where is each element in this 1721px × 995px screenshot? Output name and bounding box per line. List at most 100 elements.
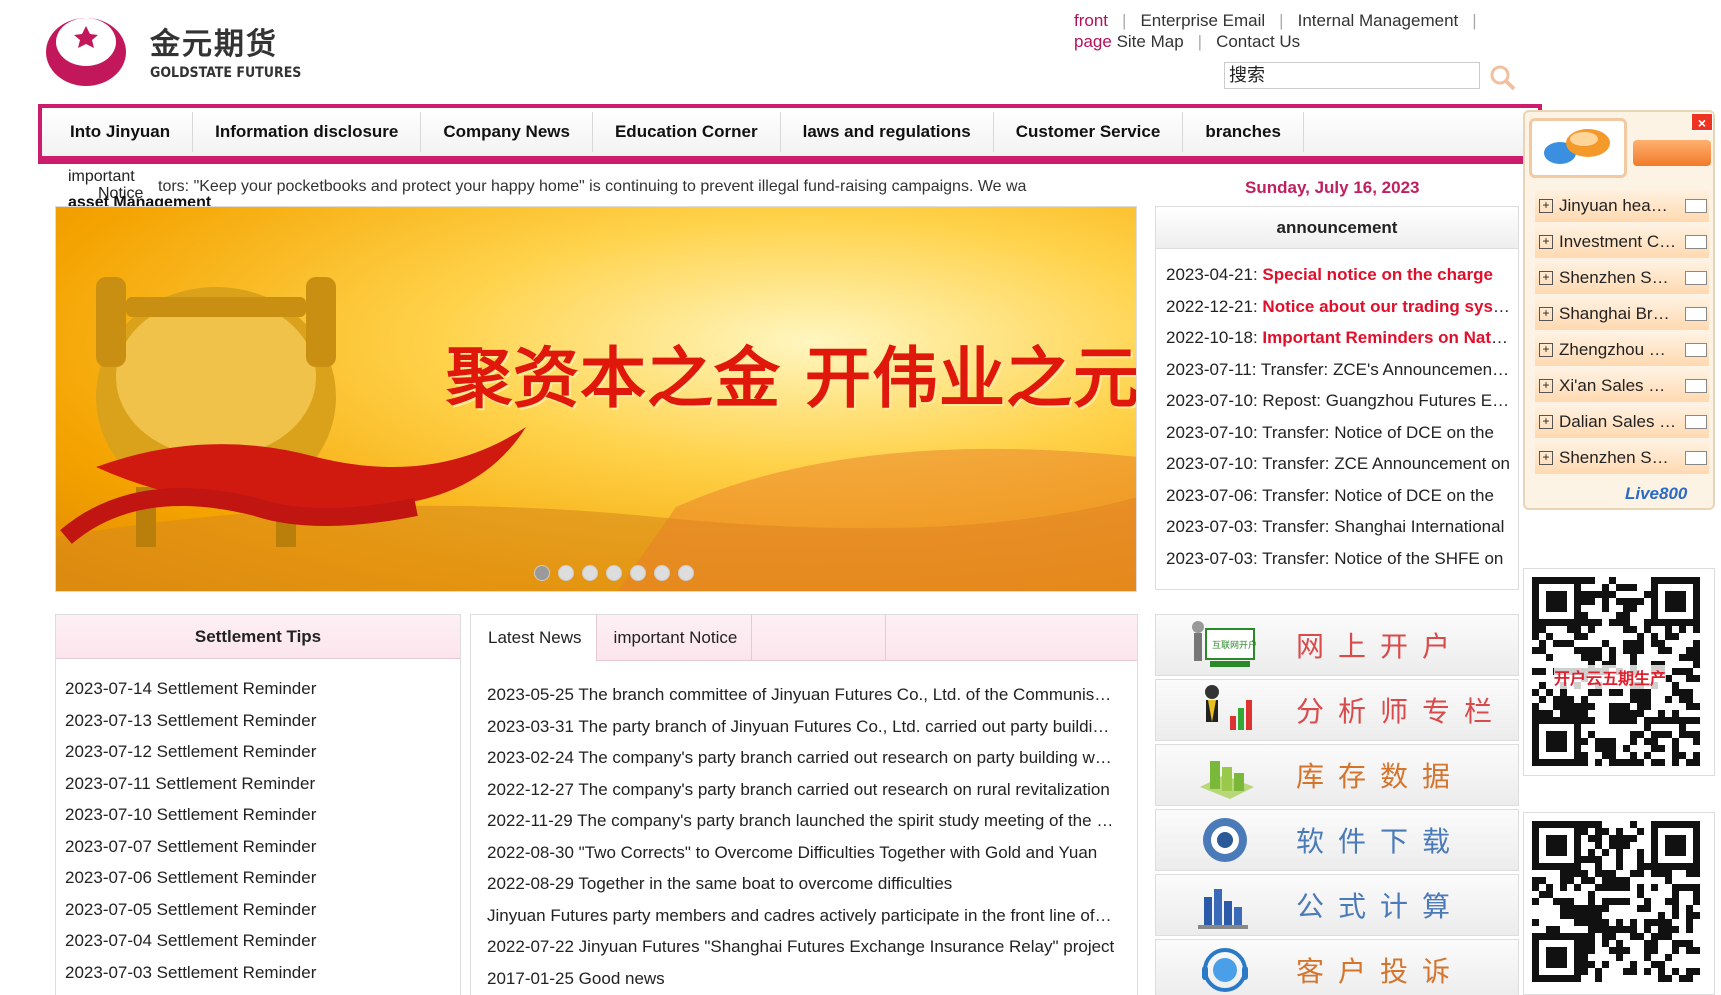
expand-icon[interactable]: + bbox=[1539, 235, 1553, 249]
settlement-item[interactable]: 2023-07-10 Settlement Reminder bbox=[65, 799, 460, 831]
message-icon[interactable] bbox=[1685, 235, 1707, 249]
chat-department-item[interactable]: + Shenzhen Sales Department bbox=[1535, 262, 1709, 294]
announcement-text[interactable]: Special notice on the charge bbox=[1262, 265, 1493, 284]
carousel-dot[interactable] bbox=[654, 565, 670, 581]
enterprise-email-link[interactable]: Enterprise Email bbox=[1140, 11, 1265, 30]
chat-department-item[interactable]: + Zhengzhou Sales Department bbox=[1535, 334, 1709, 366]
settlement-item[interactable]: 2023-07-06 Settlement Reminder bbox=[65, 862, 460, 894]
nav-customer-service[interactable]: Customer Service bbox=[994, 112, 1184, 152]
announcement-item[interactable]: 2023-07-10: Transfer: Notice of DCE on t… bbox=[1166, 417, 1510, 449]
service-button-analyst[interactable]: 分析师专栏 bbox=[1155, 679, 1519, 741]
settlement-item[interactable]: 2023-07-03 Settlement Reminder bbox=[65, 957, 460, 989]
chat-department-item[interactable]: + Dalian Sales Department bbox=[1535, 406, 1709, 438]
announcement-item[interactable]: 2022-10-18: Important Reminders on Natio… bbox=[1166, 322, 1510, 354]
settlement-item[interactable]: 2023-07-11 Settlement Reminder bbox=[65, 768, 460, 800]
announcement-item[interactable]: 2023-07-10: Repost: Guangzhou Futures Ex… bbox=[1166, 385, 1510, 417]
news-item[interactable]: 2022-12-27 The company's party branch ca… bbox=[487, 774, 1115, 806]
carousel-dot[interactable] bbox=[678, 565, 694, 581]
front-page-link[interactable]: front bbox=[1074, 11, 1108, 30]
tab-latest-news[interactable]: Latest News bbox=[471, 615, 597, 662]
chat-department-item[interactable]: + Investment Consulting bbox=[1535, 226, 1709, 258]
announcement-text[interactable]: Transfer: ZCE Announcement on bbox=[1262, 454, 1510, 473]
settlement-item[interactable]: 2023-07-13 Settlement Reminder bbox=[65, 705, 460, 737]
carousel-dot[interactable] bbox=[630, 565, 646, 581]
announcement-text[interactable]: Transfer: Shanghai International bbox=[1262, 517, 1504, 536]
chat-department-item[interactable]: + Jinyuan headquarters bbox=[1535, 190, 1709, 222]
nav-information-disclosure[interactable]: Information disclosure bbox=[193, 112, 422, 152]
close-icon[interactable]: × bbox=[1691, 113, 1713, 131]
announcement-item[interactable]: 2023-04-21: Special notice on the charge bbox=[1166, 259, 1510, 291]
internal-management-link[interactable]: Internal Management bbox=[1298, 11, 1459, 30]
search-icon[interactable] bbox=[1489, 64, 1517, 92]
hero-banner[interactable]: 聚资本之金 开伟业之元 bbox=[55, 206, 1137, 592]
expand-icon[interactable]: + bbox=[1539, 271, 1553, 285]
site-logo[interactable]: 金元期货 GOLDSTATE FUTURES bbox=[42, 10, 302, 90]
carousel-dot[interactable] bbox=[558, 565, 574, 581]
announcement-text[interactable]: Transfer: Notice of DCE on the bbox=[1262, 486, 1494, 505]
announcement-text[interactable]: Important Reminders on National bbox=[1262, 328, 1510, 347]
message-icon[interactable] bbox=[1685, 343, 1707, 357]
nav-education-corner[interactable]: Education Corner bbox=[593, 112, 781, 152]
announcement-item[interactable]: 2022-12-21: Notice about our trading sys… bbox=[1166, 291, 1510, 323]
carousel-dot[interactable] bbox=[534, 565, 550, 581]
carousel-dot[interactable] bbox=[606, 565, 622, 581]
service-button-inventory[interactable]: 库存数据 bbox=[1155, 744, 1519, 806]
service-button-formula[interactable]: 公式计算 bbox=[1155, 874, 1519, 936]
expand-icon[interactable]: + bbox=[1539, 379, 1553, 393]
service-button-online-account[interactable]: 互联网开户 网上开户 bbox=[1155, 614, 1519, 676]
news-item[interactable]: 2023-02-24 The company's party branch ca… bbox=[487, 742, 1115, 774]
nav-into-jinyuan[interactable]: Into Jinyuan bbox=[48, 112, 194, 152]
message-icon[interactable] bbox=[1685, 307, 1707, 321]
announcement-item[interactable]: 2023-07-10: Transfer: ZCE Announcement o… bbox=[1166, 448, 1510, 480]
news-item[interactable]: 2017-01-25 Good news bbox=[487, 963, 1115, 995]
nav-branches[interactable]: branches bbox=[1183, 112, 1304, 152]
tab-important-notice[interactable]: important Notice bbox=[597, 615, 753, 660]
news-item[interactable]: Jinyuan Futures party members and cadres… bbox=[487, 900, 1115, 932]
news-item[interactable]: 2022-11-29 The company's party branch la… bbox=[487, 805, 1115, 837]
news-item[interactable]: 2022-08-30 "Two Corrects" to Overcome Di… bbox=[487, 837, 1115, 869]
message-icon[interactable] bbox=[1685, 451, 1707, 465]
nav-laws-regulations[interactable]: laws and regulations bbox=[781, 112, 994, 152]
announcement-text[interactable]: Transfer: ZCE's Announcement on bbox=[1261, 360, 1510, 379]
news-item[interactable]: 2023-03-31 The party branch of Jinyuan F… bbox=[487, 711, 1115, 743]
chat-department-item[interactable]: + Shanghai Branch bbox=[1535, 298, 1709, 330]
chat-department-item[interactable]: + Shenzhen Sales Office bbox=[1535, 442, 1709, 474]
front-page-link-line2[interactable]: page bbox=[1074, 32, 1112, 51]
live800-brand[interactable]: Live800 bbox=[1625, 484, 1687, 504]
expand-icon[interactable]: + bbox=[1539, 343, 1553, 357]
news-item[interactable]: 2023-05-25 The branch committee of Jinyu… bbox=[487, 679, 1115, 711]
nav-company-news[interactable]: Company News bbox=[421, 112, 593, 152]
news-item[interactable]: 2022-07-22 Jinyuan Futures "Shanghai Fut… bbox=[487, 931, 1115, 963]
announcement-text[interactable]: Transfer: Notice of DCE on the bbox=[1262, 423, 1494, 442]
announcement-item[interactable]: 2023-07-11: Transfer: ZCE's Announcement… bbox=[1166, 354, 1510, 386]
expand-icon[interactable]: + bbox=[1539, 199, 1553, 213]
message-icon[interactable] bbox=[1685, 271, 1707, 285]
settlement-item[interactable]: 2023-07-04 Settlement Reminder bbox=[65, 925, 460, 957]
expand-icon[interactable]: + bbox=[1539, 451, 1553, 465]
formula-icon bbox=[1190, 877, 1260, 933]
chat-department-item[interactable]: + Xi'an Sales Department bbox=[1535, 370, 1709, 402]
news-item[interactable]: 2022-08-29 Together in the same boat to … bbox=[487, 868, 1115, 900]
announcement-item[interactable]: 2023-07-03: Transfer: Notice of the SHFE… bbox=[1166, 543, 1510, 575]
settlement-item[interactable]: 2023-07-12 Settlement Reminder bbox=[65, 736, 460, 768]
service-button-complaint[interactable]: 客户投诉 bbox=[1155, 939, 1519, 995]
contact-us-link[interactable]: Contact Us bbox=[1216, 32, 1300, 51]
message-icon[interactable] bbox=[1685, 415, 1707, 429]
service-button-software-download[interactable]: 软件下载 bbox=[1155, 809, 1519, 871]
site-map-link[interactable]: Site Map bbox=[1117, 32, 1184, 51]
notice-ticker[interactable]: tors: "Keep your pocketbooks and protect… bbox=[158, 178, 1133, 196]
search-input[interactable]: 搜索 bbox=[1224, 62, 1480, 89]
settlement-item[interactable]: 2023-07-07 Settlement Reminder bbox=[65, 831, 460, 863]
expand-icon[interactable]: + bbox=[1539, 415, 1553, 429]
announcement-item[interactable]: 2023-07-03: Transfer: Shanghai Internati… bbox=[1166, 511, 1510, 543]
carousel-dot[interactable] bbox=[582, 565, 598, 581]
announcement-text[interactable]: Repost: Guangzhou Futures Exchange bbox=[1262, 391, 1510, 410]
settlement-item[interactable]: 2023-07-14 Settlement Reminder bbox=[65, 673, 460, 705]
announcement-text[interactable]: Notice about our trading system bbox=[1262, 297, 1510, 316]
settlement-item[interactable]: 2023-07-05 Settlement Reminder bbox=[65, 894, 460, 926]
expand-icon[interactable]: + bbox=[1539, 307, 1553, 321]
announcement-item[interactable]: 2023-07-06: Transfer: Notice of DCE on t… bbox=[1166, 480, 1510, 512]
message-icon[interactable] bbox=[1685, 379, 1707, 393]
announcement-text[interactable]: Transfer: Notice of the SHFE on bbox=[1262, 549, 1503, 568]
message-icon[interactable] bbox=[1685, 199, 1707, 213]
